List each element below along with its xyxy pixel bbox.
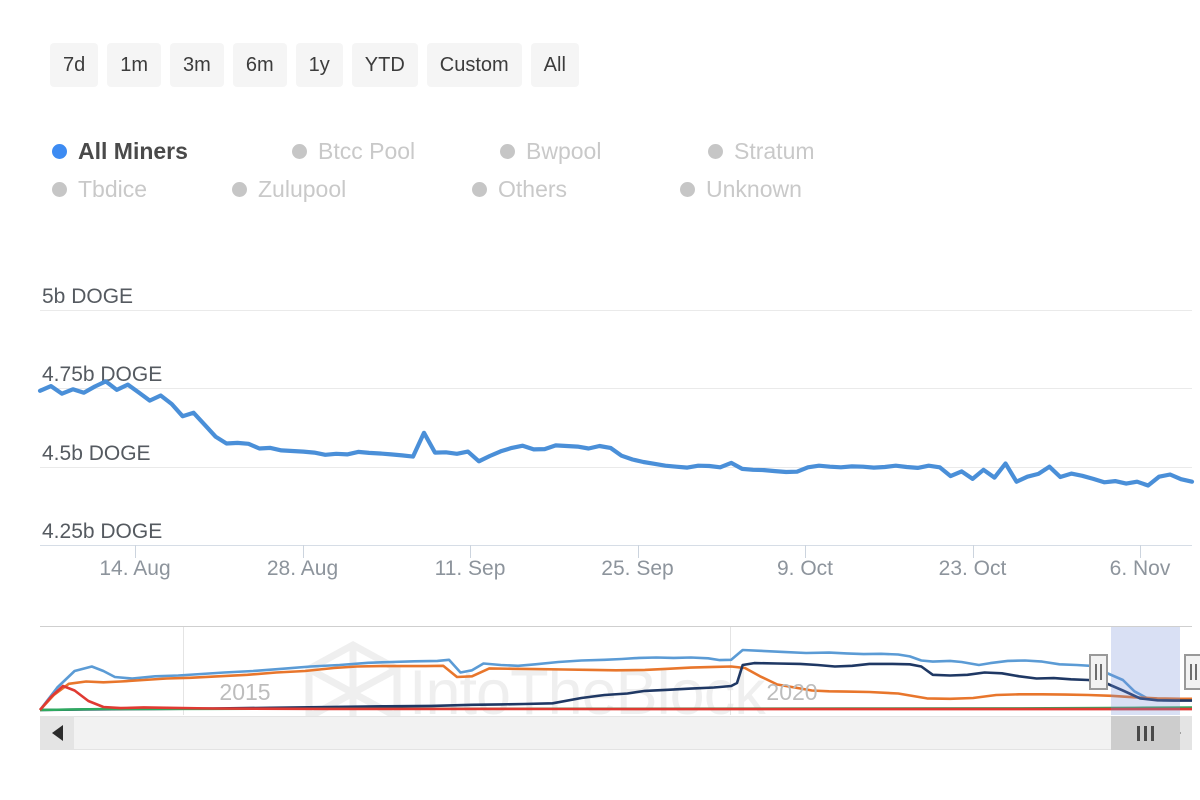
x-axis-tick-label: 6. Nov bbox=[1109, 557, 1171, 580]
x-axis-tick-label: 23. Oct bbox=[938, 557, 1007, 580]
range-button-1m[interactable]: 1m bbox=[107, 43, 162, 87]
navigator-handle-left[interactable] bbox=[1089, 654, 1109, 690]
legend-dot-icon bbox=[708, 143, 723, 159]
navigator-series bbox=[38, 627, 1193, 716]
legend-label: Btcc Pool bbox=[318, 137, 416, 164]
x-axis-line bbox=[40, 545, 1192, 546]
main-chart[interactable]: 5b DOGE 4.75b DOGE 4.5b DOGE 4.25b DOGE Int… bbox=[0, 270, 1200, 745]
legend-item-zulupool[interactable]: Zulupool bbox=[232, 171, 472, 207]
legend-item-tbdice[interactable]: Tbdice bbox=[52, 171, 232, 207]
scrollbar-left-arrow-button[interactable] bbox=[40, 716, 74, 750]
chart-legend: All Miners Btcc Pool Bwpool Stratum Tbdi… bbox=[52, 133, 1082, 207]
legend-label: Bwpool bbox=[526, 137, 602, 164]
range-button-ytd[interactable]: YTD bbox=[351, 43, 418, 87]
legend-dot-icon bbox=[680, 181, 695, 197]
x-axis-tick-label: 28. Aug bbox=[266, 557, 339, 580]
x-axis-tick-label: 14. Aug bbox=[99, 557, 171, 580]
legend-item-bwpool[interactable]: Bwpool bbox=[500, 133, 708, 169]
legend-item-stratum[interactable]: Stratum bbox=[708, 133, 916, 169]
navigator-year-label: 2015 bbox=[219, 679, 271, 705]
range-button-6m[interactable]: 6m bbox=[232, 43, 287, 87]
navigator-year-label: 2020 bbox=[766, 679, 818, 705]
series-all-miners bbox=[37, 379, 1195, 488]
legend-dot-icon bbox=[232, 181, 247, 197]
chart-scrollbar[interactable] bbox=[40, 716, 1192, 750]
legend-label: Others bbox=[498, 175, 568, 202]
legend-label: Tbdice bbox=[78, 175, 148, 202]
chart-page: 7d 1m 3m 6m 1y YTD Custom All All Miners… bbox=[0, 0, 1200, 800]
x-axis-tick-label: 11. Sep bbox=[434, 557, 506, 580]
legend-dot-icon bbox=[52, 143, 67, 159]
range-button-1y[interactable]: 1y bbox=[295, 43, 343, 87]
legend-item-others[interactable]: Others bbox=[472, 171, 680, 207]
legend-item-btcc-pool[interactable]: Btcc Pool bbox=[292, 133, 500, 169]
x-axis-tick-label: 25. Sep bbox=[601, 557, 674, 580]
y-axis-tick-label: 5b DOGE bbox=[42, 285, 134, 308]
legend-item-unknown[interactable]: Unknown bbox=[680, 171, 888, 207]
range-button-7d[interactable]: 7d bbox=[50, 43, 99, 87]
legend-label: Zulupool bbox=[258, 175, 347, 202]
navigator-selection-mask[interactable] bbox=[1111, 627, 1181, 715]
navigator-handle-right[interactable] bbox=[1184, 654, 1200, 690]
scrollbar-thumb[interactable] bbox=[1111, 716, 1181, 750]
legend-dot-icon bbox=[472, 181, 487, 197]
arrow-left-icon bbox=[51, 725, 63, 741]
plot-area[interactable] bbox=[37, 310, 1195, 545]
scrollbar-track[interactable] bbox=[58, 716, 1174, 750]
range-button-3m[interactable]: 3m bbox=[170, 43, 224, 87]
range-button-all[interactable]: All bbox=[530, 43, 579, 87]
x-axis-tick-label: 9. Oct bbox=[776, 557, 834, 580]
legend-label: Unknown bbox=[706, 175, 802, 202]
range-selector: 7d 1m 3m 6m 1y YTD Custom All bbox=[50, 43, 579, 87]
legend-dot-icon bbox=[500, 143, 515, 159]
legend-label: Stratum bbox=[734, 137, 815, 164]
legend-dot-icon bbox=[52, 181, 67, 197]
chart-navigator[interactable]: 2015 2020 bbox=[38, 626, 1200, 716]
legend-dot-icon bbox=[292, 143, 307, 159]
navigator-chart-svg bbox=[38, 648, 1193, 712]
range-button-custom[interactable]: Custom bbox=[426, 43, 522, 87]
legend-label: All Miners bbox=[78, 137, 188, 164]
legend-item-all-miners[interactable]: All Miners bbox=[52, 133, 292, 169]
